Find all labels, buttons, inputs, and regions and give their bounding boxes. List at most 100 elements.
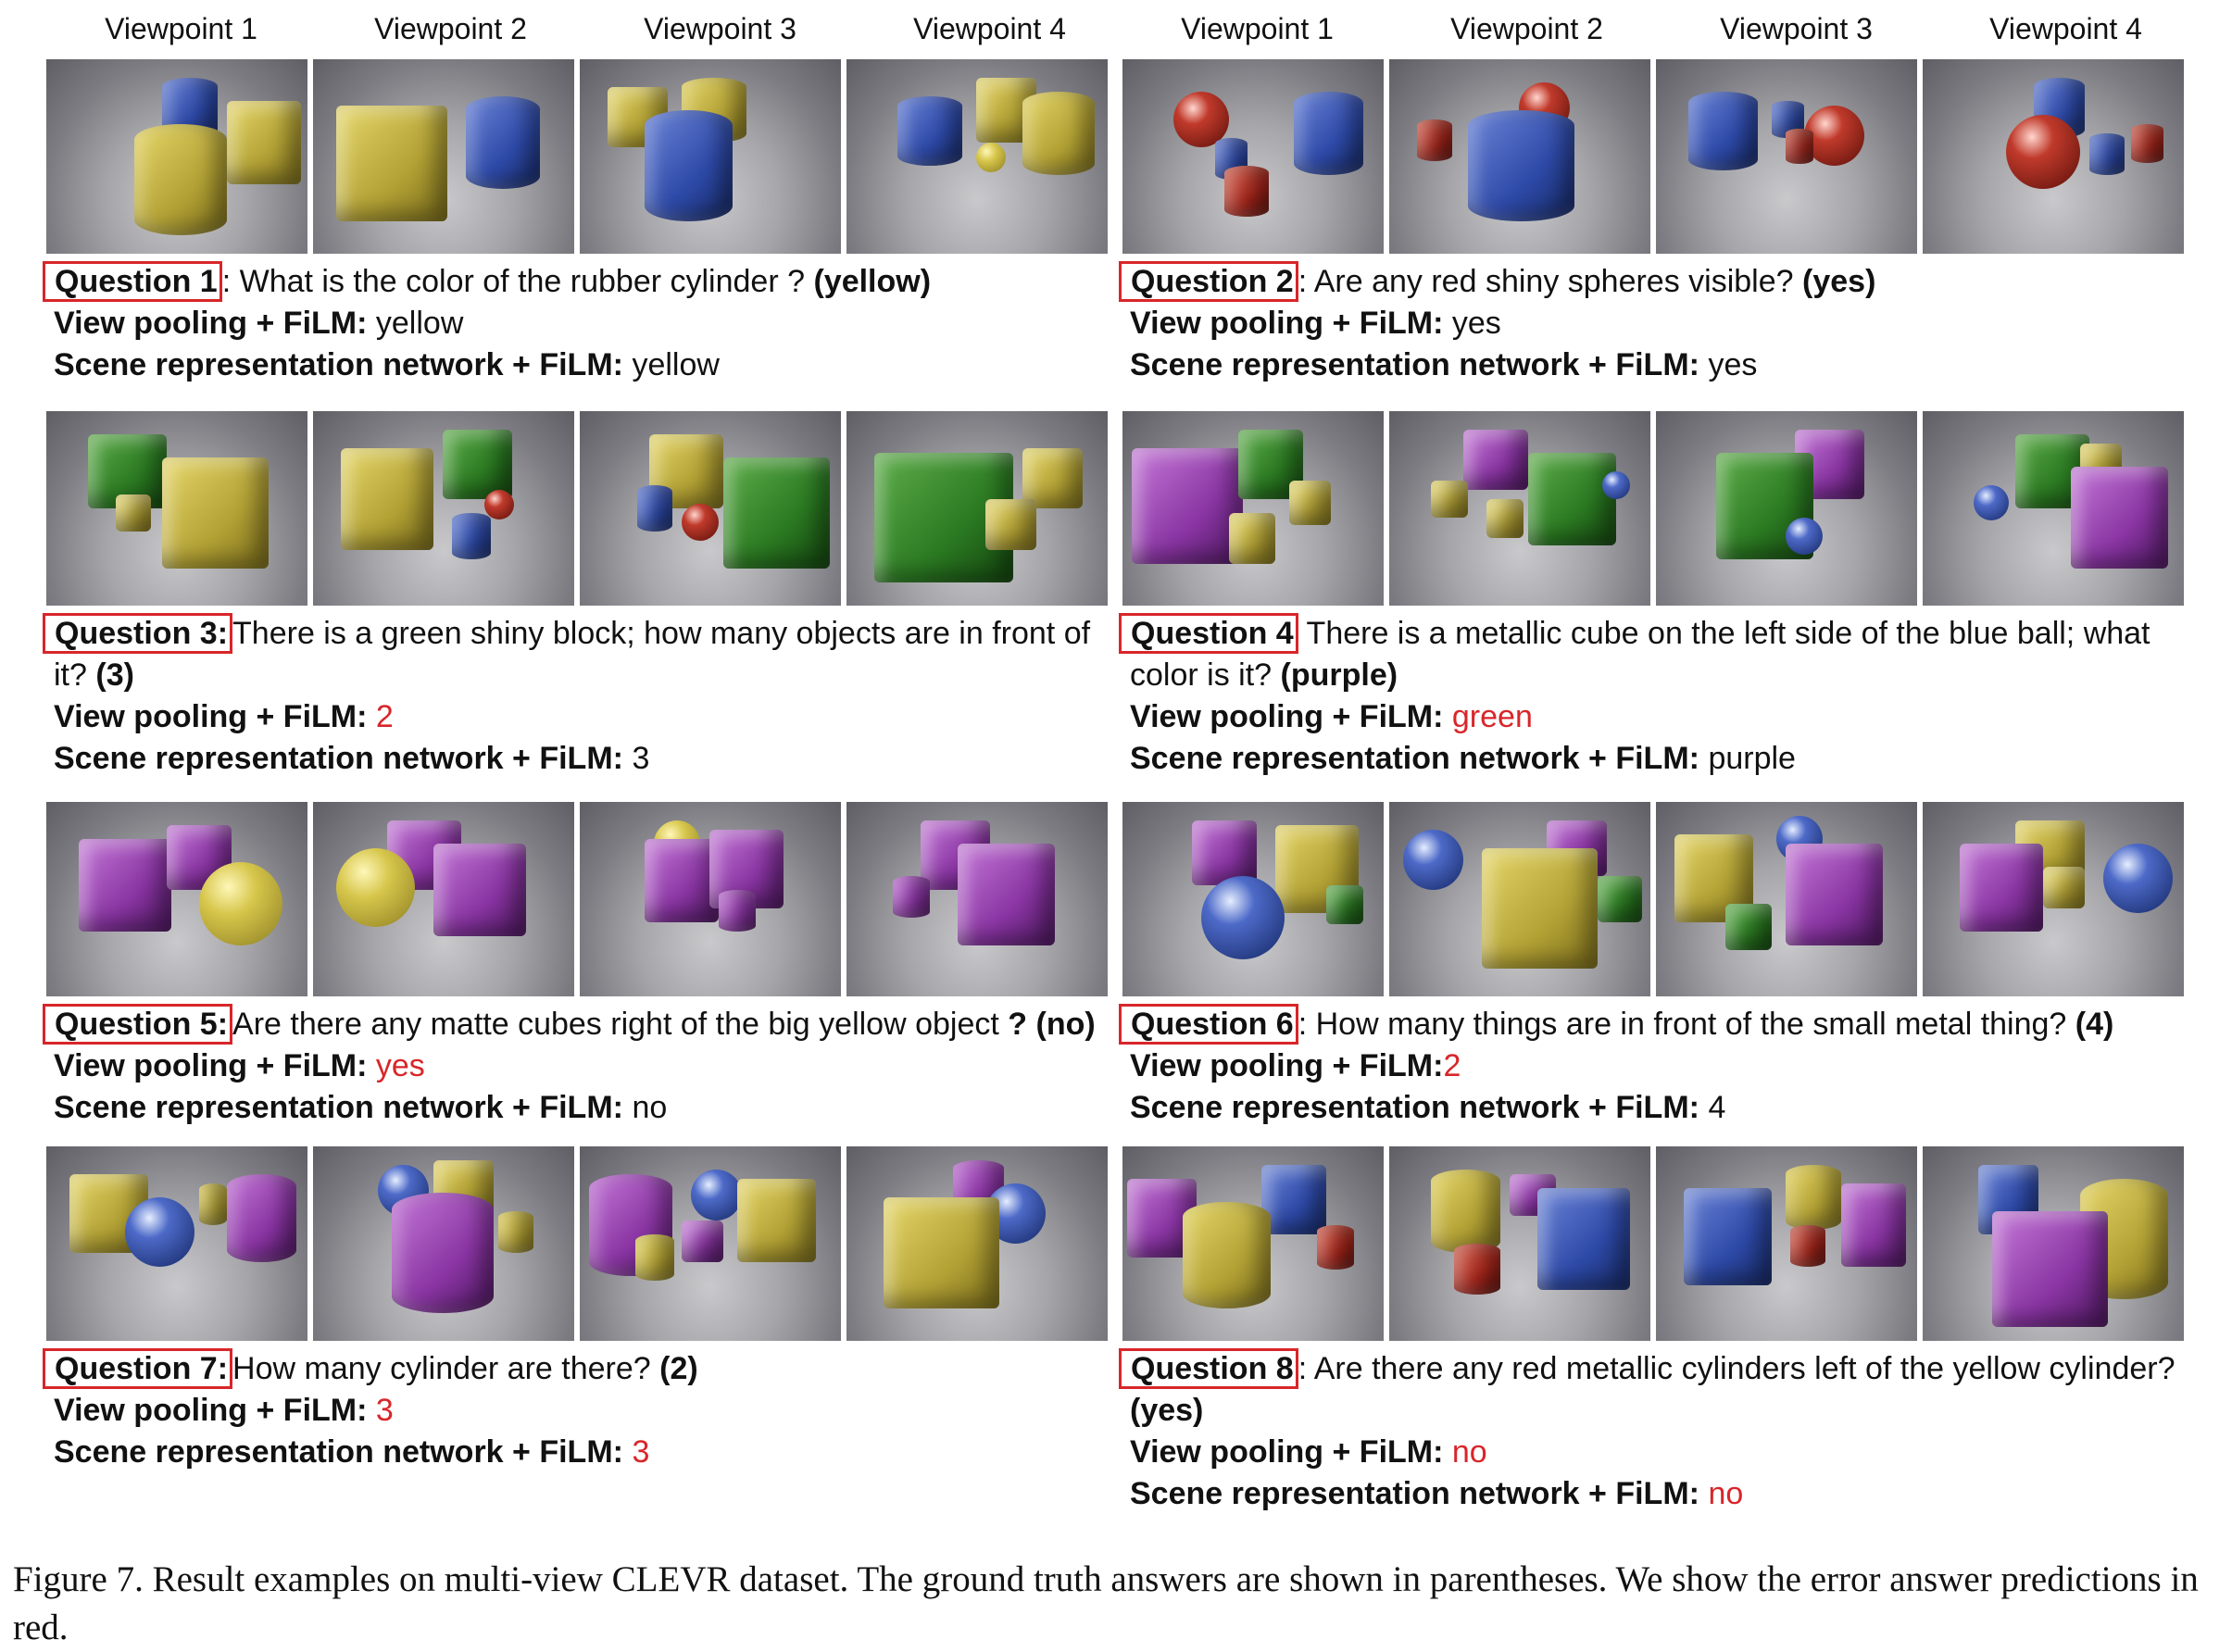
viewpoint-label: Viewpoint 2 (374, 11, 527, 45)
scene-image-row (1122, 1146, 2201, 1341)
method-label: Scene representation network + FiLM: (54, 741, 623, 776)
example-question-8: Question 8: Are there any red metallic c… (1119, 1146, 2201, 1515)
question-text-block: Question 5: Are there any matte cubes rig… (43, 1004, 1125, 1129)
view-pooling-answer: no (1451, 1434, 1487, 1470)
method-label: Scene representation network + FiLM: (1130, 741, 1699, 776)
scene-render (846, 1146, 1108, 1341)
method-label: View pooling + FiLM: (1130, 306, 1444, 341)
scene-render (1656, 802, 1917, 996)
viewpoint-label: Viewpoint 3 (1720, 11, 1873, 45)
scene-image-row (1122, 59, 2201, 254)
scene-rep-answer: purple (1708, 741, 1796, 776)
question-text: What is the color of the rubber cylinder… (239, 264, 806, 299)
scene-render (846, 59, 1108, 254)
question-text-block: Question 7: How many cylinder are there? … (43, 1348, 1125, 1473)
scene-rep-answer: yes (1708, 347, 1758, 382)
scene-render (1656, 59, 1917, 254)
method-label: Scene representation network + FiLM: (54, 1434, 623, 1470)
method-label: View pooling + FiLM: (54, 1393, 368, 1428)
question-text-block: Question 3: There is a green shiny block;… (43, 613, 1125, 780)
question-separator: : (1298, 1007, 1308, 1042)
scene-render (46, 1146, 307, 1341)
scene-render (1923, 411, 2184, 606)
scene-render (46, 59, 307, 254)
scene-render (1122, 59, 1384, 254)
figure-caption: Figure 7. Result examples on multi-view … (13, 1559, 2199, 1647)
view-pooling-answer: 3 (375, 1393, 394, 1428)
question-text-block: Question 2: Are any red shiny spheres vi… (1119, 261, 2201, 386)
scene-render (1389, 411, 1650, 606)
question-separator: : (221, 264, 232, 299)
method-label: View pooling + FiLM: (1130, 1048, 1444, 1083)
scene-image-row (46, 802, 1125, 996)
scene-render (1656, 411, 1917, 606)
question-text-block: Question 6: How many things are in front… (1119, 1004, 2201, 1129)
question-separator: : (1298, 1351, 1308, 1386)
scene-render (580, 802, 841, 996)
scene-render (580, 411, 841, 606)
question-label: Question 7: (43, 1348, 233, 1389)
scene-render (46, 411, 307, 606)
question-label: Question 2 (1119, 261, 1298, 302)
scene-image-row (1122, 411, 2201, 606)
ground-truth: (yes) (1802, 264, 1876, 299)
scene-render (46, 802, 307, 996)
scene-render (1122, 1146, 1384, 1341)
view-pooling-answer: yes (375, 1048, 425, 1083)
scene-render (1389, 802, 1650, 996)
method-label: Scene representation network + FiLM: (1130, 1476, 1699, 1511)
question-text: Are there any matte cubes right of the b… (232, 1007, 999, 1042)
scene-image-row (46, 1146, 1125, 1341)
method-label: Scene representation network + FiLM: (54, 1090, 623, 1125)
viewpoint-label: Viewpoint 4 (913, 11, 1066, 45)
scene-render (846, 411, 1108, 606)
scene-rep-answer: yellow (632, 347, 720, 382)
method-label: Scene representation network + FiLM: (1130, 1090, 1699, 1125)
example-question-5: Question 5: Are there any matte cubes rig… (43, 802, 1125, 1129)
scene-render (1923, 59, 2184, 254)
question-label: Question 1 (43, 261, 222, 302)
scene-render (580, 1146, 841, 1341)
scene-image-row (1122, 802, 2201, 996)
scene-render (313, 1146, 574, 1341)
question-text: Are there any red metallic cylinders lef… (1313, 1351, 2176, 1386)
scene-render (313, 411, 574, 606)
viewpoint-header-left: Viewpoint 1 Viewpoint 2 Viewpoint 3 View… (46, 0, 1125, 57)
question-label: Question 3: (43, 613, 233, 654)
viewpoint-label: Viewpoint 3 (644, 11, 796, 45)
question-text-block: Question 1: What is the color of the rub… (43, 261, 1125, 386)
method-label: View pooling + FiLM: (1130, 1434, 1444, 1470)
question-text: How many cylinder are there? (232, 1351, 651, 1386)
scene-render (1923, 802, 2184, 996)
scene-image-row (46, 411, 1125, 606)
example-question-6: Question 6: How many things are in front… (1119, 802, 2201, 1129)
right-column: Viewpoint 1 Viewpoint 2 Viewpoint 3 View… (1119, 0, 2201, 1511)
ground-truth: (2) (659, 1351, 698, 1386)
scene-render (846, 802, 1108, 996)
view-pooling-answer: green (1451, 699, 1533, 734)
scene-rep-answer: no (632, 1090, 668, 1125)
question-label: Question 8 (1119, 1348, 1298, 1389)
viewpoint-label: Viewpoint 1 (1181, 11, 1334, 45)
scene-render (313, 802, 574, 996)
example-question-2: Question 2: Are any red shiny spheres vi… (1119, 59, 2201, 386)
method-label: View pooling + FiLM: (1130, 699, 1444, 734)
method-label: Scene representation network + FiLM: (1130, 347, 1699, 382)
method-label: Scene representation network + FiLM: (54, 347, 623, 382)
question-label: Question 4 (1119, 613, 1298, 654)
viewpoint-label: Viewpoint 1 (105, 11, 257, 45)
ground-truth: (4) (2075, 1007, 2114, 1042)
viewpoint-header-right: Viewpoint 1 Viewpoint 2 Viewpoint 3 View… (1122, 0, 2201, 57)
view-pooling-answer: yellow (375, 306, 464, 341)
scene-rep-answer: 4 (1708, 1090, 1726, 1125)
method-label: View pooling + FiLM: (54, 1048, 368, 1083)
viewpoint-label: Viewpoint 2 (1450, 11, 1603, 45)
method-label: View pooling + FiLM: (54, 699, 368, 734)
question-separator: : (1298, 264, 1308, 299)
figure-page: Viewpoint 1 Viewpoint 2 Viewpoint 3 View… (0, 0, 2232, 1651)
example-question-7: Question 7: How many cylinder are there? … (43, 1146, 1125, 1473)
ground-truth: ? (no) (1008, 1007, 1096, 1042)
question-text: How many things are in front of the smal… (1315, 1007, 2067, 1042)
example-question-3: Question 3: There is a green shiny block;… (43, 411, 1125, 780)
example-question-1: Question 1: What is the color of the rub… (43, 59, 1125, 386)
